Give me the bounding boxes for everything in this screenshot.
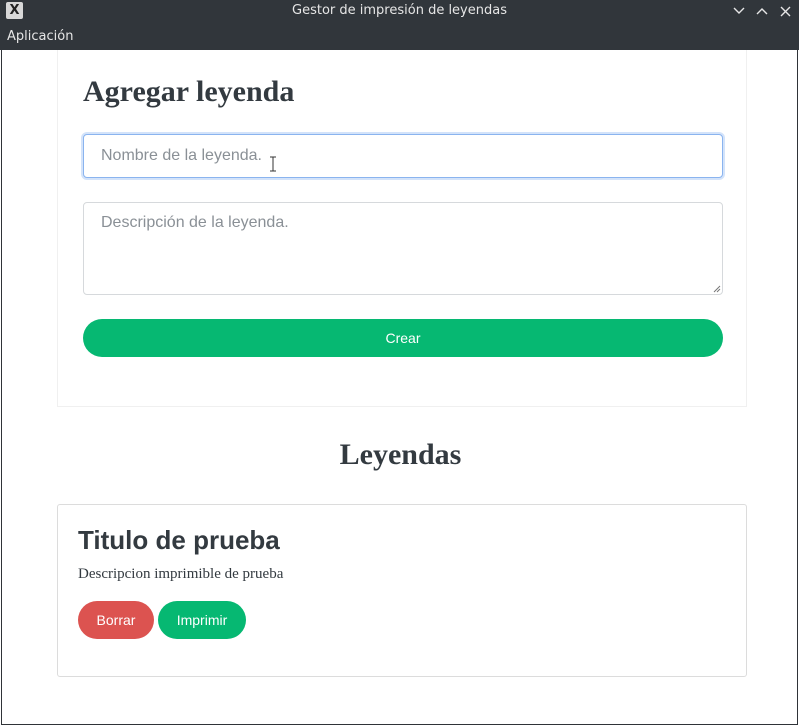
legend-description: Descripcion imprimible de prueba <box>78 566 284 582</box>
window-titlebar: X Gestor de impresión de leyendas <box>0 0 799 22</box>
legend-description-input[interactable] <box>83 202 723 295</box>
main-content: Agregar leyenda Crear Leyendas Titulo de… <box>1 50 798 725</box>
menubar: Aplicación <box>0 22 799 50</box>
menu-item-aplicacion[interactable]: Aplicación <box>7 29 73 44</box>
form-heading: Agregar leyenda <box>83 75 295 108</box>
add-legend-form: Agregar leyenda Crear <box>57 50 747 407</box>
close-icon <box>780 6 790 16</box>
legend-name-input[interactable] <box>83 134 723 178</box>
close-button[interactable] <box>776 2 794 20</box>
window-title: Gestor de impresión de leyendas <box>292 3 507 18</box>
chevron-down-icon <box>733 7 745 14</box>
legends-heading: Leyendas <box>339 438 462 471</box>
minimize-button[interactable] <box>730 2 748 20</box>
legend-title: Titulo de prueba <box>78 525 280 555</box>
legend-card: Titulo de prueba Descripcion imprimible … <box>57 504 747 677</box>
maximize-button[interactable] <box>753 2 771 20</box>
chevron-up-icon <box>756 8 768 15</box>
create-button[interactable]: Crear <box>83 319 723 357</box>
print-button[interactable]: Imprimir <box>158 601 246 639</box>
resize-grip-icon[interactable] <box>712 284 721 293</box>
delete-button[interactable]: Borrar <box>78 601 154 639</box>
text-cursor-icon <box>270 156 276 172</box>
